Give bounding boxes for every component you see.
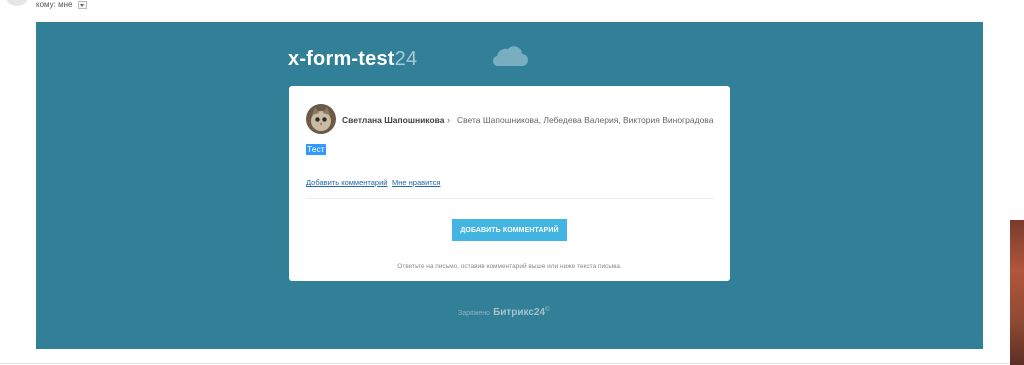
- bitrix-logo-mark: ©: [545, 307, 550, 313]
- bitrix-logo-text: Битрикс24: [493, 307, 546, 318]
- add-comment-button[interactable]: ДОБАВИТЬ КОММЕНТАРИЙ: [452, 219, 567, 241]
- add-comment-link[interactable]: Добавить комментарий: [306, 178, 387, 187]
- email-header: кому: мне: [0, 0, 1024, 22]
- page-bottom-divider: [0, 363, 1024, 364]
- recipient-line: кому: мне: [36, 0, 87, 9]
- background-window-edge: [1010, 220, 1024, 365]
- card-divider: [306, 198, 713, 199]
- post-recipients: Света Шапошникова, Лебедева Валерия, Вик…: [457, 115, 714, 125]
- to-label: кому:: [36, 0, 56, 9]
- author-name[interactable]: Светлана Шапошникова: [342, 115, 444, 125]
- brand-title: x-form-test24: [288, 48, 417, 71]
- post-message: Тест: [306, 144, 326, 155]
- brand-name: x-form-test: [288, 48, 395, 70]
- reply-hint: Ответьте на письмо, оставив комментарий …: [397, 263, 622, 270]
- sender-avatar: [6, 0, 28, 6]
- recipients-separator: ›: [447, 115, 450, 125]
- powered-by: Заряжено Битрикс24©: [458, 307, 550, 318]
- to-value: мне: [58, 0, 73, 9]
- cloud-icon: [492, 46, 528, 67]
- like-link[interactable]: Мне нравится: [392, 178, 440, 187]
- powered-label: Заряжено: [458, 310, 491, 317]
- bitrix-logo[interactable]: Битрикс24©: [493, 307, 549, 318]
- brand-suffix: 24: [394, 48, 418, 70]
- details-dropdown-icon[interactable]: [77, 0, 87, 9]
- author-avatar: [306, 104, 336, 134]
